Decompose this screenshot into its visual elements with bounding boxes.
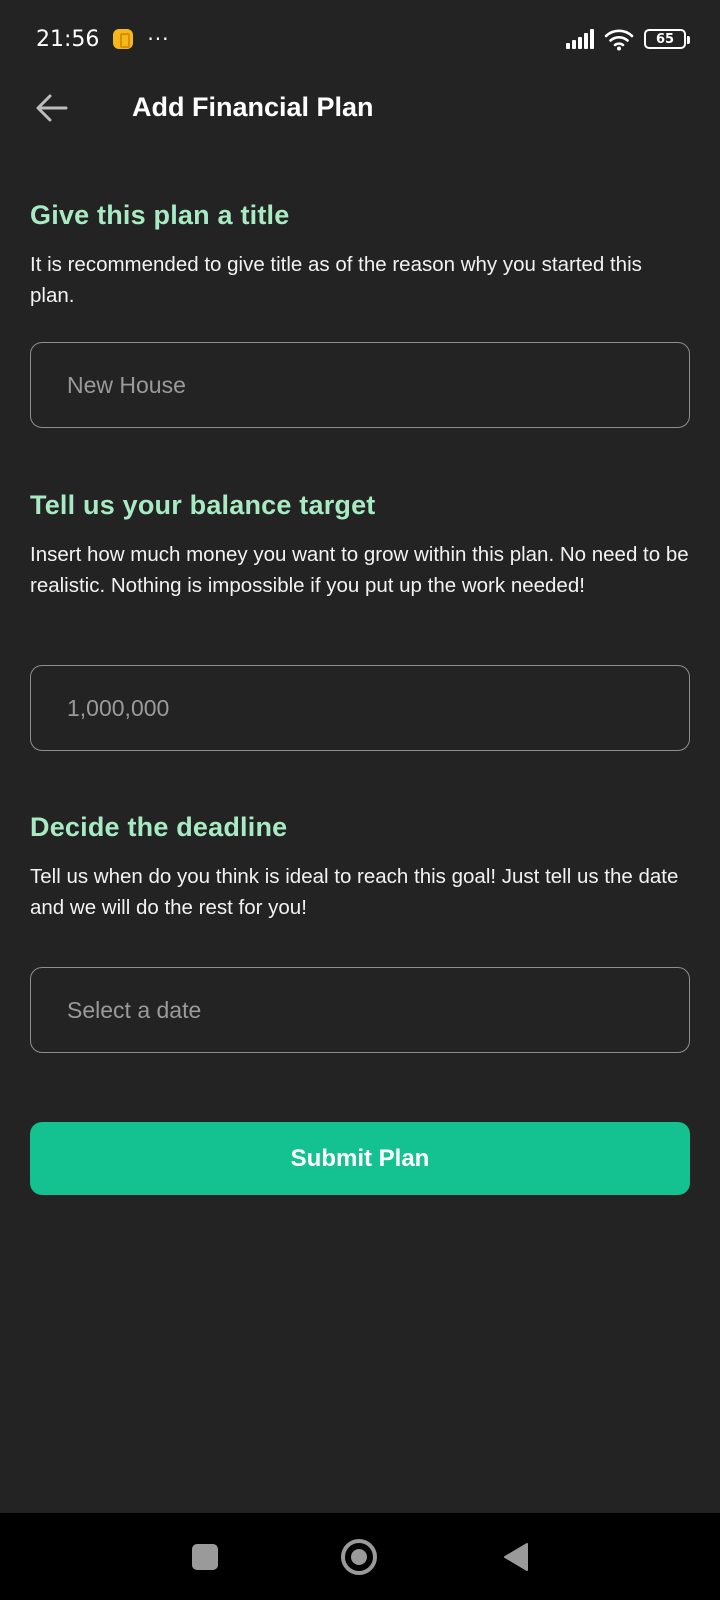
balance-target-heading: Tell us your balance target <box>30 490 376 520</box>
deadline-heading: Decide the deadline <box>30 812 288 842</box>
title-section-heading: Give this plan a title <box>30 200 290 230</box>
back-button[interactable] <box>30 86 74 130</box>
status-time: 21:56 <box>36 26 100 52</box>
notification-icon <box>113 29 134 49</box>
wifi-icon <box>604 29 634 51</box>
balance-target-description: Insert how much money you want to grow w… <box>30 543 689 597</box>
balance-target-section: Tell us your balance target Insert how m… <box>30 490 690 601</box>
page-title: Add Financial Plan <box>132 92 374 122</box>
recent-apps-button[interactable] <box>189 1541 221 1573</box>
home-button[interactable] <box>340 1538 378 1576</box>
balance-target-input[interactable] <box>30 665 690 751</box>
back-triangle-icon <box>504 1543 528 1571</box>
system-back-button[interactable] <box>500 1541 532 1573</box>
more-notifications-icon: ··· <box>147 27 170 51</box>
title-section: Give this plan a title It is recommended… <box>30 200 690 311</box>
battery-icon: 65 <box>644 29 690 49</box>
deadline-section: Decide the deadline Tell us when do you … <box>30 812 690 923</box>
status-icons: 65 <box>566 27 690 51</box>
system-nav-bar <box>0 1513 720 1600</box>
submit-plan-button[interactable]: Submit Plan <box>30 1122 690 1195</box>
deadline-description: Tell us when do you think is ideal to re… <box>30 865 679 919</box>
signal-icon <box>566 29 594 49</box>
status-bar: 21:56 ··· 65 <box>0 0 720 78</box>
app-bar: Add Financial Plan <box>0 78 720 144</box>
title-section-description: It is recommended to give title as of th… <box>30 253 642 307</box>
screen: 21:56 ··· 65 Add Financial Plan Give thi… <box>0 0 720 1600</box>
battery-level: 65 <box>655 31 675 47</box>
deadline-date-input[interactable] <box>30 967 690 1053</box>
plan-title-input[interactable] <box>30 342 690 428</box>
arrow-left-icon <box>36 94 68 122</box>
home-icon <box>341 1539 377 1575</box>
recent-apps-icon <box>192 1544 218 1570</box>
